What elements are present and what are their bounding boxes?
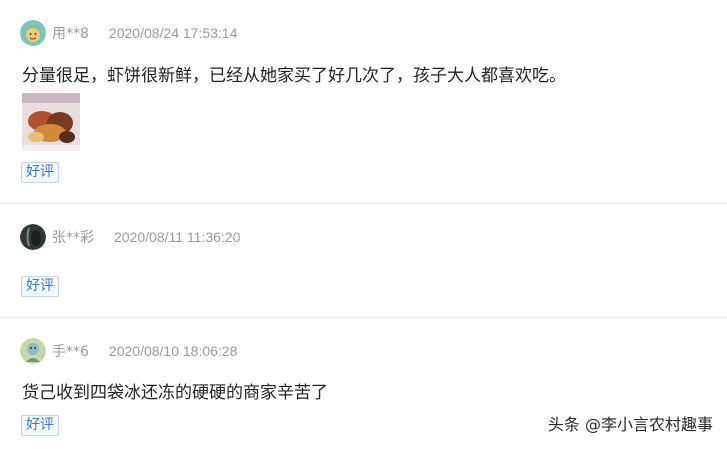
review-text: 分量很足，虾饼很新鲜，已经从她家买了好几次了，孩子大人都喜欢吃。 [22,66,566,86]
user-name: 用**8 [52,26,89,42]
watermark-text: 头条 @李小言农村趣事 [547,415,713,434]
review-header: 用**8 2020/08/24 17:53:14 [20,20,237,46]
review-date: 2020/08/11 11:36:20 [114,229,241,245]
teal-face-avatar-icon [20,20,46,46]
review-header: 手**6 2020/08/10 18:06:28 [20,338,237,364]
user-name: 张**彩 [52,230,94,246]
review-date: 2020/08/24 17:53:14 [108,25,238,41]
review-header: 张**彩 2020/08/11 11:36:20 [20,224,240,250]
rating-tag: 好评 [21,162,59,183]
review-text: 货己收到四袋冰还冻的硬硬的商家辛苦了 [22,383,328,403]
user-avatar[interactable] [20,338,46,364]
rating-tag: 好评 [21,415,59,436]
cartoon-avatar-icon [20,338,46,364]
review-date: 2020/08/10 18:06:28 [108,343,238,359]
review-divider [0,317,727,318]
user-avatar[interactable] [20,20,46,46]
review-photo-thumbnail[interactable] [22,93,80,151]
user-avatar[interactable] [20,224,46,250]
user-name: 手**6 [52,344,89,360]
food-photo-icon [22,93,80,151]
rating-tag: 好评 [21,276,59,297]
review-divider [0,203,727,204]
dark-photo-avatar-icon [20,224,46,250]
